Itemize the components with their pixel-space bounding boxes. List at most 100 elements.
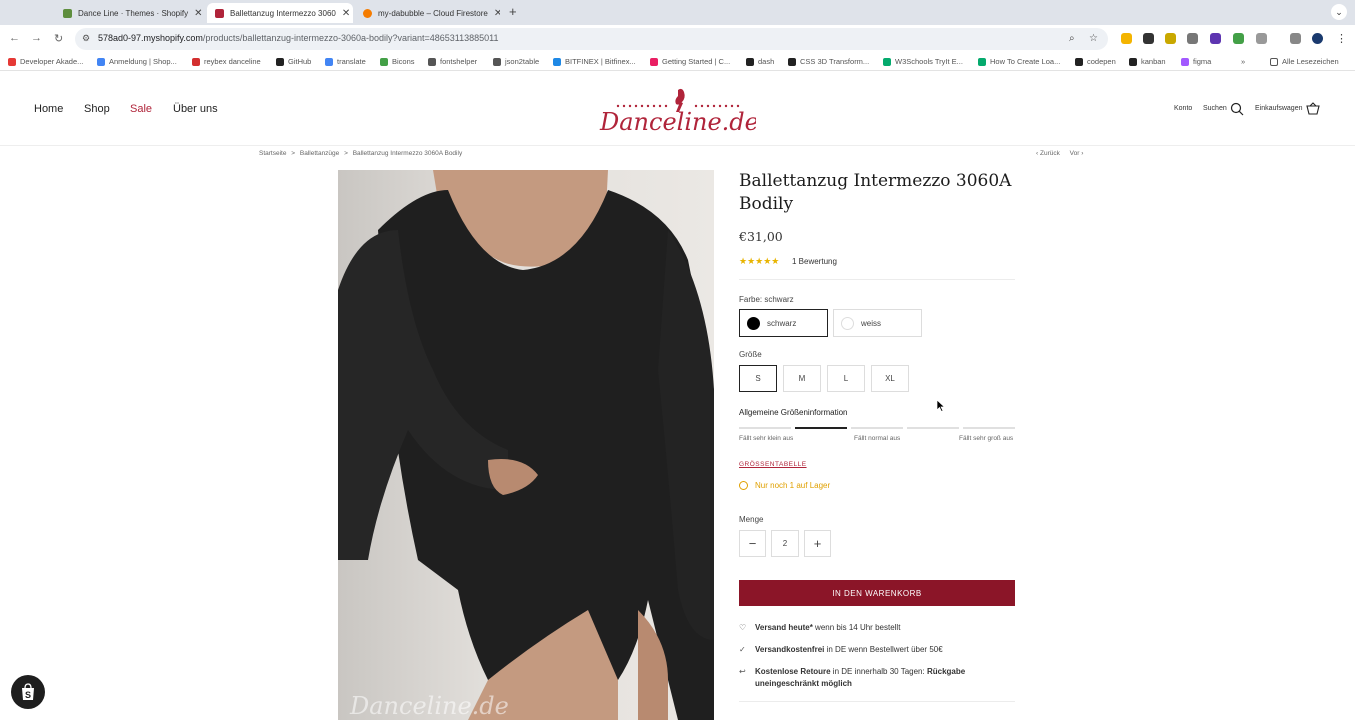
bookmark-item[interactable]: Getting Started | C... <box>650 57 730 66</box>
firebase-favicon-icon <box>363 8 372 18</box>
prev-link[interactable]: Zurück <box>1040 150 1060 157</box>
bookmark-item[interactable]: fontshelper <box>428 57 477 66</box>
search-icon[interactable] <box>1230 102 1244 116</box>
size-option-xl[interactable]: XL <box>871 365 909 392</box>
bookmark-item[interactable]: Developer Akade... <box>8 57 83 66</box>
site-info-icon[interactable]: ⚙ <box>82 33 90 44</box>
browser-tab-bar: Dance Line · Themes · Shopify ✕ Balletta… <box>0 0 1355 25</box>
bookmark-item[interactable]: Bicons <box>380 57 415 66</box>
tab-search-icon[interactable]: ⌄ <box>1331 4 1347 20</box>
heart-icon: ♡ <box>739 623 747 632</box>
review-count[interactable]: 1 Bewertung <box>792 257 837 266</box>
all-bookmarks-label: Alle Lesezeichen <box>1282 57 1339 66</box>
back-icon[interactable]: ← <box>9 32 20 44</box>
chevron-right-icon: › <box>1079 150 1084 157</box>
bookmark-label: Getting Started | C... <box>662 57 731 66</box>
bookmark-item[interactable]: figma <box>1181 57 1211 66</box>
bookmark-item[interactable]: GitHub <box>276 57 311 66</box>
bookmark-label: Bicons <box>392 57 415 66</box>
cart-icon[interactable] <box>1306 102 1320 116</box>
bookmark-item[interactable]: Anmeldung | Shop... <box>97 57 177 66</box>
quantity-decrease-button[interactable]: − <box>739 530 766 557</box>
nav-sale[interactable]: Sale <box>130 103 152 115</box>
size-table-link[interactable]: GRÖSSENTABELLE <box>739 461 807 468</box>
size-info-title: Allgemeine Größeninformation <box>739 408 848 417</box>
bookmark-item[interactable]: json2table <box>493 57 539 66</box>
extension-icon[interactable] <box>1187 33 1198 44</box>
nav-home[interactable]: Home <box>34 103 63 115</box>
perk-free-shipping: ✓ Versandkostenfrei in DE wenn Bestellwe… <box>739 645 943 654</box>
add-to-cart-button[interactable]: IN DEN WARENKORB <box>739 580 1015 606</box>
all-bookmarks-button[interactable]: Alle Lesezeichen <box>1270 57 1339 66</box>
extension-icon[interactable] <box>1210 33 1221 44</box>
forward-icon[interactable]: → <box>31 32 42 44</box>
breadcrumb-home[interactable]: Startseite <box>259 150 286 157</box>
nav-shop[interactable]: Shop <box>84 103 110 115</box>
bookmark-label: fontshelper <box>440 57 478 66</box>
bookmark-favicon-icon <box>428 57 436 66</box>
close-icon[interactable]: ✕ <box>488 8 500 19</box>
bookmark-favicon-icon <box>883 57 891 66</box>
extensions-puzzle-icon[interactable] <box>1256 33 1267 44</box>
bookmark-star-icon[interactable]: ☆ <box>1089 33 1098 44</box>
rating-stars-icon[interactable]: ★★★★★ <box>739 256 779 267</box>
bookmark-item[interactable]: How To Create Loa... <box>978 57 1060 66</box>
color-option-weiss[interactable]: weiss <box>833 309 922 337</box>
folder-icon <box>1270 57 1278 66</box>
search-link[interactable]: Suchen <box>1203 105 1227 112</box>
size-label: Größe <box>739 350 762 359</box>
bookmark-item[interactable]: dash <box>746 57 774 66</box>
close-icon[interactable]: ✕ <box>336 8 350 19</box>
bookmark-item[interactable]: reybex danceline <box>192 57 261 66</box>
bookmark-favicon-icon <box>788 57 796 66</box>
breadcrumb-sep: > <box>291 150 296 157</box>
next-link[interactable]: Vor <box>1070 150 1080 157</box>
plus-icon: + <box>813 536 822 551</box>
close-icon[interactable]: ✕ <box>188 8 202 19</box>
bookmark-favicon-icon <box>276 57 284 66</box>
fit-scale-segment-active <box>795 427 847 429</box>
bookmark-item[interactable]: codepen <box>1075 57 1116 66</box>
bookmark-item[interactable]: BITFINEX | Bitfinex... <box>553 57 636 66</box>
more-bookmarks-button[interactable]: » <box>1241 57 1245 66</box>
extension-icon[interactable] <box>1121 33 1132 44</box>
size-option-l[interactable]: L <box>827 365 865 392</box>
menu-icon[interactable]: ⋮ <box>1336 32 1347 45</box>
reload-icon[interactable]: ↻ <box>54 32 63 45</box>
tab-firestore[interactable]: my-dabubble – Cloud Firestore ✕ <box>355 3 500 23</box>
extension-icon[interactable] <box>1233 33 1244 44</box>
stock-status: Nur noch 1 auf Lager <box>739 481 830 490</box>
bookmark-item[interactable]: CSS 3D Transform... <box>788 57 869 66</box>
nav-about[interactable]: Über uns <box>173 103 218 115</box>
tab-product[interactable]: Ballettanzug Intermezzo 3060 ✕ <box>207 3 353 23</box>
quantity-input[interactable]: 2 <box>771 530 799 557</box>
cart-link[interactable]: Einkaufswagen <box>1255 105 1302 112</box>
breadcrumb-category[interactable]: Ballettanzüge <box>300 150 339 157</box>
bookmark-item[interactable]: W3Schools TryIt E... <box>883 57 963 66</box>
url-text: 578ad0-97.myshopify.com/products/ballett… <box>98 33 499 43</box>
bookmark-item[interactable]: kanban <box>1129 57 1166 66</box>
media-icon[interactable] <box>1290 33 1301 44</box>
zoom-icon[interactable]: ⌕ <box>1069 33 1075 44</box>
bookmark-item[interactable]: translate <box>325 57 366 66</box>
fit-scale-segment <box>851 427 903 429</box>
tab-themes[interactable]: Dance Line · Themes · Shopify ✕ <box>55 3 205 23</box>
extension-icon[interactable] <box>1143 33 1154 44</box>
divider <box>739 279 1015 280</box>
shopify-admin-button[interactable]: S <box>11 675 45 709</box>
account-link[interactable]: Konto <box>1174 105 1192 112</box>
size-option-m[interactable]: M <box>783 365 821 392</box>
url-input[interactable]: ⚙ 578ad0-97.myshopify.com/products/balle… <box>75 28 1108 50</box>
image-watermark: Danceline.de <box>349 692 509 720</box>
product-image[interactable]: Danceline.de <box>338 170 714 720</box>
fit-scale-segment <box>963 427 1015 429</box>
size-option-s[interactable]: S <box>739 365 777 392</box>
quantity-increase-button[interactable]: + <box>804 530 831 557</box>
fit-label-normal: Fällt normal aus <box>854 435 901 442</box>
color-option-schwarz[interactable]: schwarz <box>739 309 828 337</box>
perk-shipping-today: ♡ Versand heute* wenn bis 14 Uhr bestell… <box>739 623 901 632</box>
danceline-logo[interactable]: Danceline.de <box>596 86 756 136</box>
extension-icon[interactable] <box>1165 33 1176 44</box>
new-tab-button[interactable]: + <box>509 4 517 19</box>
avatar[interactable] <box>1312 33 1323 44</box>
